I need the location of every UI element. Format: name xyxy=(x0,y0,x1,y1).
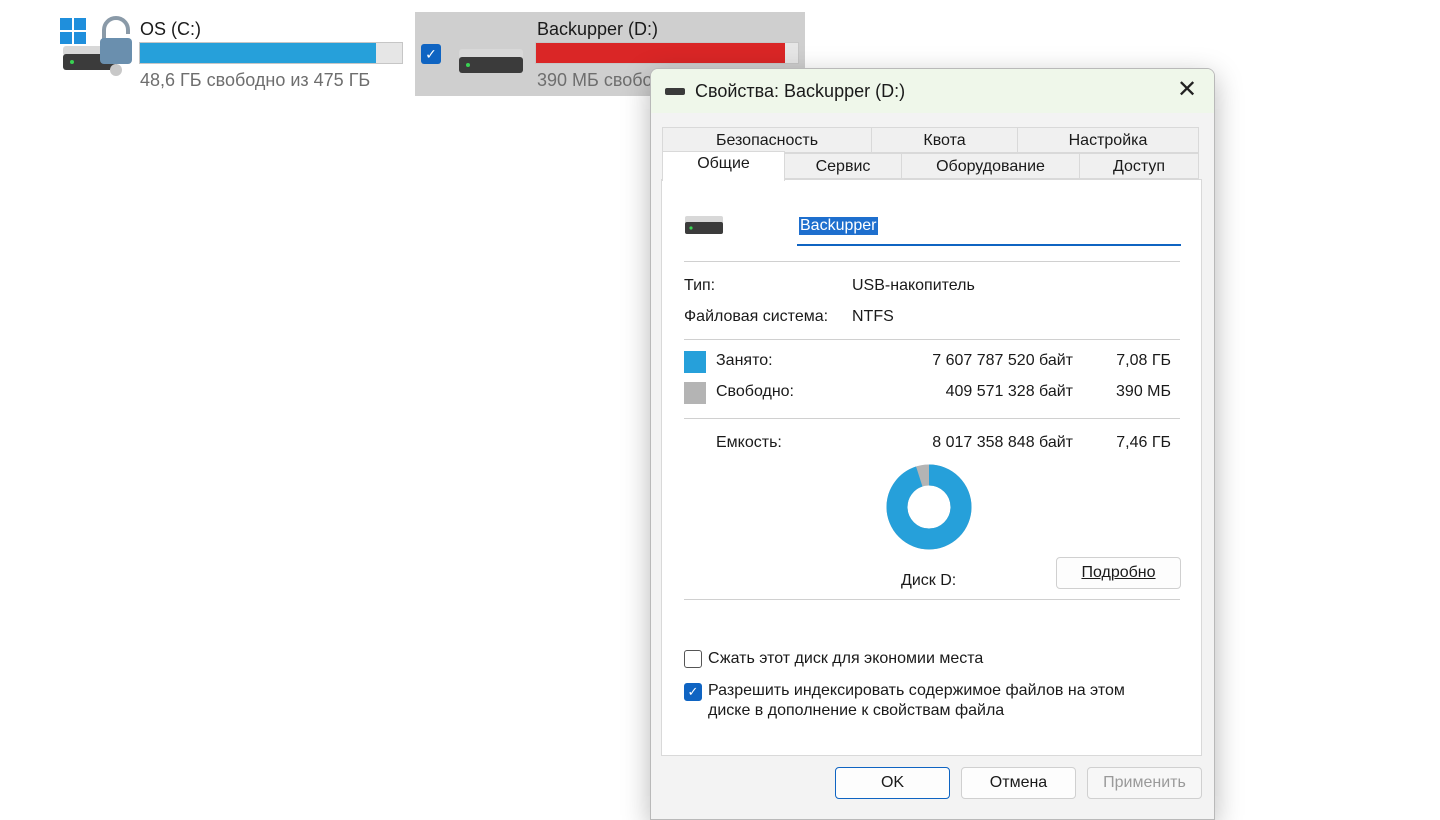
drive-c-free-text: 48,6 ГБ свободно из 475 ГБ xyxy=(140,70,371,90)
drive-c-usage-bar xyxy=(139,42,403,64)
selection-checkbox[interactable]: ✓ xyxy=(421,44,441,64)
divider xyxy=(684,599,1180,600)
drive-c-name: OS (C:) xyxy=(140,19,201,39)
divider xyxy=(684,261,1180,262)
ok-button[interactable]: OK xyxy=(835,767,950,799)
tab-general[interactable]: Общие xyxy=(662,151,785,181)
compress-checkbox[interactable] xyxy=(684,650,702,668)
capacity-label: Емкость: xyxy=(716,434,782,451)
drive-c-usage-fill xyxy=(140,43,376,63)
properties-dialog: Свойства: Backupper (D:) ✕ Безопасность … xyxy=(650,68,1215,820)
windows-logo-icon xyxy=(60,18,86,44)
lock-icon xyxy=(100,16,132,76)
divider xyxy=(684,339,1180,340)
free-bytes: 409 571 328 байт xyxy=(945,383,1073,400)
free-label: Свободно: xyxy=(716,383,794,400)
tab-hardware[interactable]: Оборудование xyxy=(901,153,1080,179)
volume-label-input[interactable]: Backupper xyxy=(797,212,1181,246)
drive-d-free-text: 390 МБ свободно из 7,46 ГБ xyxy=(537,70,653,90)
tab-customize[interactable]: Настройка xyxy=(1017,127,1199,153)
free-size: 390 МБ xyxy=(1116,383,1171,400)
index-label[interactable]: Разрешить индексировать содержимое файло… xyxy=(708,681,1163,721)
free-space-swatch xyxy=(684,382,706,404)
index-checkbox[interactable]: ✓ xyxy=(684,683,702,701)
drive-large-icon xyxy=(685,216,723,234)
capacity-size: 7,46 ГБ xyxy=(1116,434,1171,451)
title-bar[interactable]: Свойства: Backupper (D:) ✕ xyxy=(651,69,1214,113)
tab-quota[interactable]: Квота xyxy=(871,127,1018,153)
cancel-button[interactable]: Отмена xyxy=(961,767,1076,799)
used-label: Занято: xyxy=(716,352,773,369)
details-button[interactable]: Подробно xyxy=(1056,557,1181,589)
details-button-label: Подробно xyxy=(1081,564,1156,581)
used-size: 7,08 ГБ xyxy=(1116,352,1171,369)
compress-label[interactable]: Сжать этот диск для экономии места xyxy=(708,649,983,669)
tab-sharing[interactable]: Доступ xyxy=(1079,153,1199,179)
disk-usage-donut xyxy=(886,464,972,550)
tab-security[interactable]: Безопасность xyxy=(662,127,872,153)
drive-d-usage-bar xyxy=(535,42,799,64)
used-space-swatch xyxy=(684,351,706,373)
hard-drive-icon xyxy=(459,49,523,73)
drive-c-item[interactable]: OS (C:) 48,6 ГБ свободно из 475 ГБ xyxy=(58,14,408,98)
close-button[interactable]: ✕ xyxy=(1172,77,1202,105)
drive-d-name: Backupper (D:) xyxy=(537,19,659,39)
type-label: Тип: xyxy=(684,277,716,294)
volume-label-text: Backupper xyxy=(799,217,878,235)
donut-used-segment xyxy=(886,464,972,550)
divider xyxy=(684,418,1180,419)
capacity-bytes: 8 017 358 848 байт xyxy=(932,434,1073,451)
dialog-title: Свойства: Backupper (D:) xyxy=(695,81,906,101)
used-bytes: 7 607 787 520 байт xyxy=(932,352,1073,369)
disk-caption: Диск D: xyxy=(901,572,957,589)
filesystem-label: Файловая система: xyxy=(684,308,829,325)
apply-button[interactable]: Применить xyxy=(1087,767,1202,799)
close-icon: ✕ xyxy=(1176,76,1198,103)
tab-tools[interactable]: Сервис xyxy=(784,153,902,179)
type-value: USB-накопитель xyxy=(852,277,975,294)
filesystem-value: NTFS xyxy=(852,308,894,325)
drive-d-usage-fill xyxy=(536,43,785,63)
general-tab-panel: Backupper Тип: USB-накопитель Файловая с… xyxy=(661,179,1202,756)
drive-icon xyxy=(665,88,685,95)
